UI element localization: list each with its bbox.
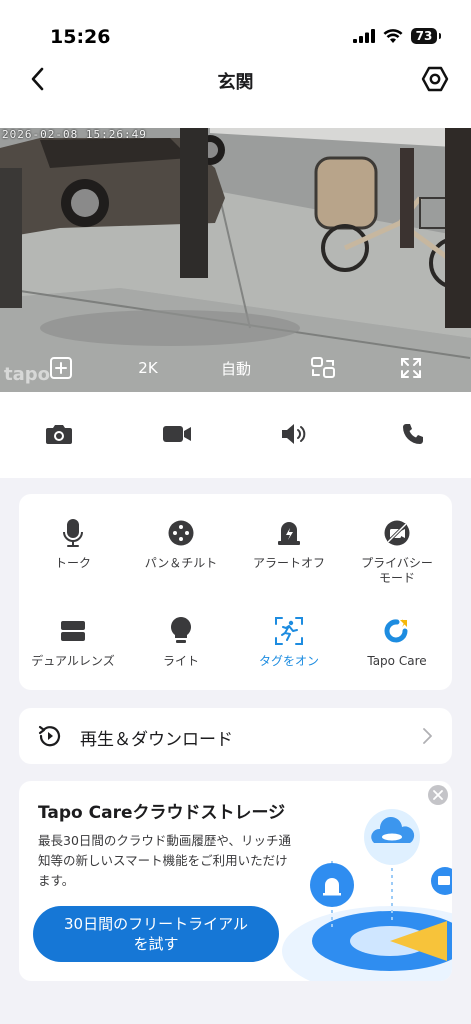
alarm-off-icon: [278, 522, 300, 545]
call-button[interactable]: [393, 418, 433, 450]
add-view-button[interactable]: [44, 352, 78, 384]
resolution-button[interactable]: 2K: [128, 352, 168, 384]
promo-close-button[interactable]: [428, 785, 448, 805]
dual-lens-icon: [61, 621, 85, 641]
close-icon: [433, 790, 443, 800]
free-trial-button[interactable]: 30日間のフリートライアル を試す: [33, 906, 279, 962]
add-square-icon: [50, 357, 72, 379]
alert-off-feature[interactable]: アラートオフ: [235, 516, 343, 571]
promo-description: 最長30日間のクラウド動画履歴や、リッチ通知等の新しいスマート機能をご利用いただ…: [38, 833, 292, 888]
feature-label: Tapo Care: [367, 654, 427, 668]
nav-bar: 玄関: [0, 62, 471, 128]
fullscreen-icon: [401, 358, 421, 378]
fullscreen-button[interactable]: [394, 352, 428, 384]
light-bulb-icon: [171, 617, 191, 643]
settings-button[interactable]: [419, 63, 451, 95]
light-feature[interactable]: ライト: [127, 614, 235, 669]
phone-icon: [403, 424, 423, 444]
record-button[interactable]: [157, 418, 197, 450]
privacy-mode-feature[interactable]: プライバシー モード: [343, 516, 451, 586]
speaker-icon: [282, 424, 306, 444]
page-title: 玄関: [217, 72, 254, 93]
cloud-storage-illustration: [282, 809, 452, 981]
tag-on-icon: [275, 617, 303, 645]
switch-lens-button[interactable]: [306, 352, 340, 384]
feature-label: タグをオン: [258, 654, 319, 668]
status-time: 15:26: [50, 26, 111, 48]
camera-feed[interactable]: 2026-02-08 15:26:49 tapo 2K 自動: [0, 128, 471, 392]
signal-icon: [353, 29, 375, 43]
privacy-mode-icon: [384, 520, 410, 546]
feature-label: トーク: [54, 556, 91, 570]
wifi-icon: [383, 28, 403, 43]
feature-label: プライバシー モード: [361, 556, 433, 585]
feature-grid: トーク パン＆チルト アラートオフ プライバシー モード デュアルレンズ ライト…: [19, 494, 452, 690]
playback-download-row[interactable]: 再生＆ダウンロード: [19, 708, 452, 764]
quick-action-row: [0, 392, 471, 478]
pan-tilt-feature[interactable]: パン＆チルト: [127, 516, 235, 571]
tapo-care-promo-card: Tapo Careクラウドストレージ 最長30日間のクラウド動画履歴や、リッチ通…: [19, 781, 452, 981]
status-icons: 73: [353, 28, 441, 44]
feature-label: アラートオフ: [252, 556, 325, 570]
snapshot-button[interactable]: [39, 418, 79, 450]
tag-on-feature[interactable]: タグをオン: [235, 614, 343, 669]
dual-lens-feature[interactable]: デュアルレンズ: [19, 614, 127, 669]
battery-indicator: 73: [411, 28, 441, 44]
feature-label: パン＆チルト: [144, 556, 218, 570]
promo-title: Tapo Careクラウドストレージ: [38, 803, 286, 823]
playback-history-icon: [38, 725, 61, 747]
status-bar: 15:26 73: [0, 0, 471, 62]
speaker-button[interactable]: [274, 418, 314, 450]
feature-label: デュアルレンズ: [31, 654, 115, 668]
microphone-icon: [63, 519, 83, 547]
pan-tilt-icon: [168, 520, 194, 546]
switch-view-icon: [311, 357, 335, 378]
camera-timestamp: 2026-02-08 15:26:49: [2, 128, 147, 141]
tapo-care-feature[interactable]: Tapo Care: [343, 614, 451, 669]
image-mode-button[interactable]: 自動: [212, 352, 260, 384]
feature-label: ライト: [162, 654, 199, 668]
gear-icon: [421, 66, 449, 92]
video-camera-icon: [163, 426, 191, 442]
camera-controls: 2K 自動: [0, 352, 471, 384]
camera-icon: [46, 425, 72, 444]
playback-label: 再生＆ダウンロード: [80, 730, 233, 750]
chevron-right-icon: [423, 728, 432, 744]
talk-feature[interactable]: トーク: [19, 516, 127, 571]
tapo-care-icon: [384, 619, 408, 643]
